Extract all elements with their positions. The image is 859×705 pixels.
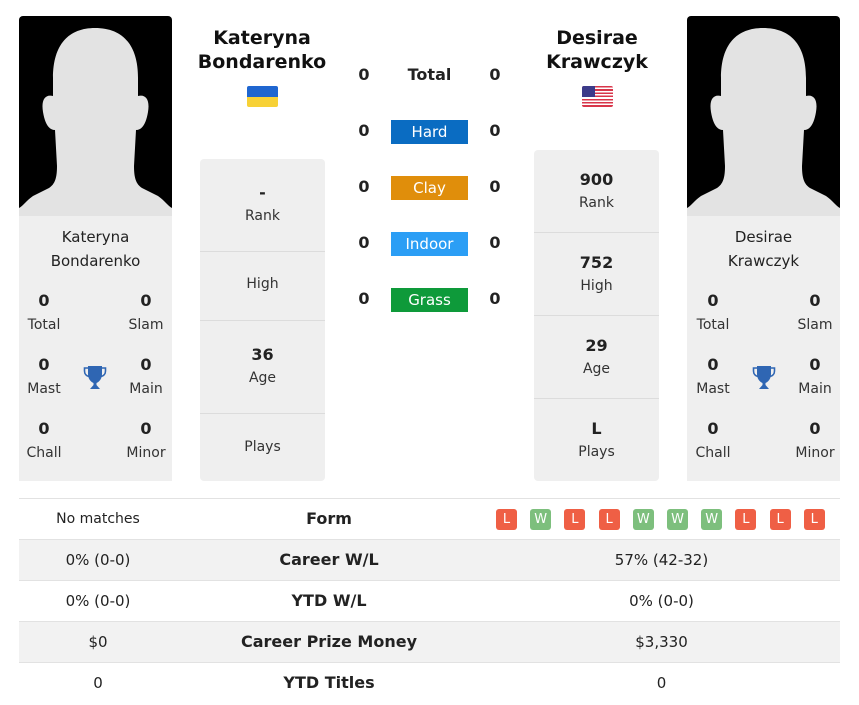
player1-rank: - Rank [200, 159, 325, 252]
ukraine-flag-icon [247, 86, 278, 107]
player1-card: Kateryna Bondarenko 0 Total 0 Slam 0 Mast 0… [19, 216, 172, 481]
player2-name[interactable]: Desirae Krawczyk [522, 26, 672, 74]
player2-titles-chall: 0 Chall [695, 419, 731, 461]
player1-prize-money: $0 [88, 633, 108, 651]
form-badge-win[interactable]: W [632, 509, 654, 530]
player1-titles-minor: 0 Minor [126, 419, 166, 461]
player2-titles-minor: 0 Minor [795, 419, 835, 461]
form-badge-win[interactable]: W [530, 509, 552, 530]
form-badge-win[interactable]: W [701, 509, 723, 530]
prize-money-label: Career Prize Money [240, 632, 417, 651]
player1-card-name[interactable]: Kateryna Bondarenko [19, 225, 172, 273]
player2-card: Desirae Krawczyk 0 Total 0 Slam 0 Mast 0 Mai… [687, 216, 840, 481]
usa-flag-icon [582, 86, 613, 107]
silhouette-icon [19, 28, 172, 216]
player2-titles-main: 0 Main [798, 355, 832, 397]
player2-career-wl: 57% (42-32) [614, 551, 709, 569]
h2h-grass-label[interactable]: Grass [391, 288, 468, 312]
player2-titles-total: 0 Total [696, 291, 730, 333]
form-row: No matches Form LWLLWWWLLL [19, 498, 840, 539]
player1-name[interactable]: Kateryna Bondarenko [187, 26, 337, 74]
h2h-total-label: Total [407, 65, 452, 84]
form-badge-loss[interactable]: L [769, 509, 791, 530]
player2-titles-slam: 0 Slam [797, 291, 833, 333]
player2-card-name[interactable]: Desirae Krawczyk [687, 225, 840, 273]
h2h-total-p1: 0 [358, 65, 370, 84]
form-badge-loss[interactable]: L [598, 509, 620, 530]
h2h-indoor-p2: 0 [489, 233, 501, 252]
h2h-indoor-label[interactable]: Indoor [391, 232, 468, 256]
player1-photo [19, 16, 172, 216]
h2h-indoor-p1: 0 [358, 233, 370, 252]
player2-ytd-titles: 0 [656, 674, 667, 692]
player1-plays: Plays [244, 439, 281, 455]
h2h-clay-p2: 0 [489, 177, 501, 196]
player1-ytd-wl: 0% (0-0) [65, 592, 131, 610]
player1-career-wl: 0% (0-0) [65, 551, 131, 569]
player1-titles-main: 0 Main [129, 355, 163, 397]
h2h-clay-p1: 0 [358, 177, 370, 196]
player2-ytd-wl: 0% (0-0) [629, 592, 694, 610]
player2-high: 752 High [534, 233, 659, 316]
player1-ytd-titles: 0 [93, 674, 103, 692]
h2h-hard-p2: 0 [489, 121, 501, 140]
form-badge-loss[interactable]: L [803, 509, 825, 530]
trophy-icon [83, 366, 107, 389]
player2-rank: 900 Rank [534, 150, 659, 233]
ytd-wl-label: YTD W/L [291, 591, 367, 610]
player2-plays: L Plays [578, 419, 615, 460]
ytd-titles-label: YTD Titles [283, 673, 375, 692]
h2h-clay-label[interactable]: Clay [391, 176, 468, 200]
player2-age: 29 Age [534, 316, 659, 399]
player2-rank-panel: 900 Rank 752 High 29 Age L Plays [534, 150, 659, 481]
h2h-hard-p1: 0 [358, 121, 370, 140]
form-badge-loss[interactable]: L [564, 509, 586, 530]
player1-rank-panel: - Rank High 36 Age Plays [200, 159, 325, 481]
silhouette-icon [687, 28, 840, 216]
form-badge-win[interactable]: W [667, 509, 688, 530]
player1-age: 36 Age [200, 321, 325, 414]
h2h-grass-p1: 0 [358, 289, 370, 308]
player1-high: High [200, 252, 325, 321]
h2h-grass-p2: 0 [489, 289, 501, 308]
player1-titles-mast: 0 Mast [27, 355, 61, 397]
h2h-total-p2: 0 [489, 65, 501, 84]
player2-prize-money: $3,330 [635, 633, 688, 651]
trophy-icon [752, 366, 776, 389]
form-badge-loss[interactable]: L [735, 509, 757, 530]
prize-money-row: $0 Career Prize Money $3,330 [19, 621, 840, 662]
ytd-titles-row: 0 YTD Titles 0 [19, 662, 840, 703]
player1-titles-slam: 0 Slam [128, 291, 164, 333]
h2h-hard-label[interactable]: Hard [391, 120, 468, 144]
form-label: Form [306, 509, 352, 528]
ytd-wl-row: 0% (0-0) YTD W/L 0% (0-0) [19, 580, 840, 621]
player2-titles-mast: 0 Mast [696, 355, 730, 397]
career-wl-label: Career W/L [279, 550, 379, 569]
player1-titles-total: 0 Total [27, 291, 61, 333]
career-wl-row: 0% (0-0) Career W/L 57% (42-32) [19, 539, 840, 580]
form-badge-loss[interactable]: L [496, 509, 517, 530]
player1-form: No matches [56, 511, 140, 527]
player1-titles-chall: 0 Chall [26, 419, 62, 461]
player2-photo [687, 16, 840, 216]
